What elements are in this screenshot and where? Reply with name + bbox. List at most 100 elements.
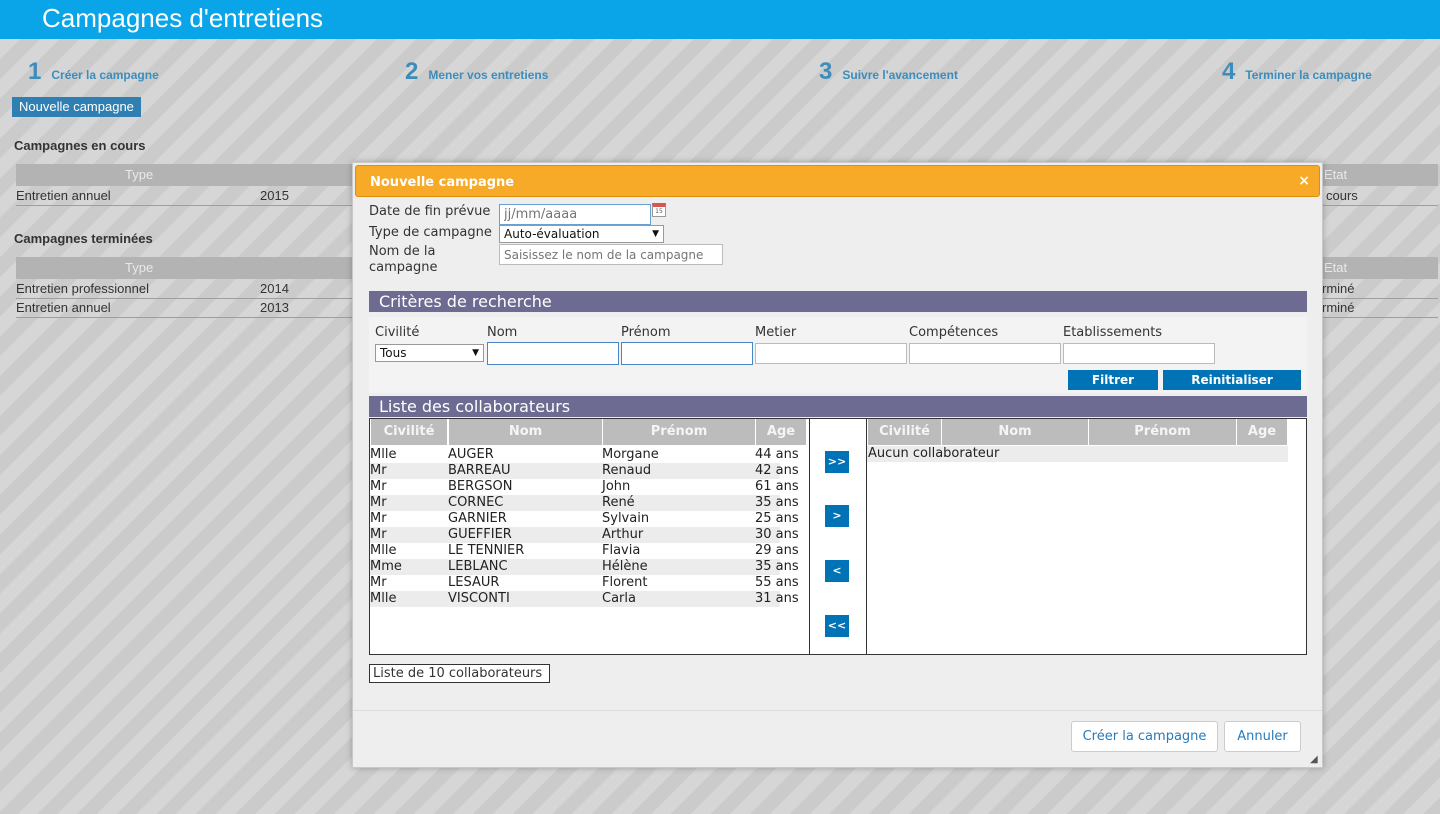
campaign-name-input[interactable] <box>499 244 723 265</box>
row-nom: BERGSON <box>448 479 513 494</box>
list-header: Liste des collaborateurs <box>369 396 1307 417</box>
row-civilite: Mlle <box>370 591 397 606</box>
row-nom: BARREAU <box>448 463 511 478</box>
dialog-title: Nouvelle campagne <box>370 175 515 190</box>
table-row[interactable]: Mr BARREAU Renaud 42 ans <box>370 463 799 479</box>
row-prenom: Arthur <box>602 527 644 542</box>
nom-label: Nom <box>487 325 518 340</box>
row-civilite: Mr <box>370 463 387 478</box>
row-prenom: Florent <box>602 575 648 590</box>
prenom-column-header[interactable]: Prénom <box>1089 419 1237 445</box>
civilite-column-header[interactable]: Civilité <box>371 419 448 445</box>
civilite-select[interactable]: Tous ▼ <box>375 344 484 362</box>
row-prenom: Morgane <box>602 447 659 462</box>
row-civilite: Mr <box>370 575 387 590</box>
type-label: Type de campagne <box>369 225 492 240</box>
criteria-header: Critères de recherche <box>369 291 1307 312</box>
prenom-column-header[interactable]: Prénom <box>603 419 756 445</box>
date-input[interactable] <box>499 204 651 225</box>
date-label: Date de fin prévue <box>369 204 491 219</box>
row-age: 44 ans <box>755 447 799 462</box>
dialog-header: Nouvelle campagne × <box>355 165 1320 197</box>
table-row[interactable]: Mlle VISCONTI Carla 31 ans <box>370 591 799 607</box>
row-nom: LEBLANC <box>448 559 508 574</box>
nom-filter-input[interactable] <box>487 342 619 365</box>
resize-handle-icon[interactable]: ◢ <box>1310 755 1320 765</box>
row-civilite: Mme <box>370 559 402 574</box>
table-row[interactable]: Mr BERGSON John 61 ans <box>370 479 799 495</box>
empty-list-message: Aucun collaborateur <box>868 446 1000 461</box>
new-campaign-dialog: Nouvelle campagne × Date de fin prévue 1… <box>352 162 1323 768</box>
civilite-select-value: Tous <box>380 346 407 360</box>
table-row[interactable]: Mme LEBLANC Hélène 35 ans <box>370 559 799 575</box>
name-label-line2: campagne <box>369 260 438 275</box>
metier-filter-input[interactable] <box>755 343 907 364</box>
move-all-left-button[interactable]: << <box>825 615 849 637</box>
available-collaborators-list[interactable]: Civilité Nom Prénom Age Mlle AUGER Morgane… <box>369 418 810 655</box>
row-nom: GUEFFIER <box>448 527 512 542</box>
collaborators-count: Liste de 10 collaborateurs <box>369 664 550 683</box>
row-age: 25 ans <box>755 511 799 526</box>
row-nom: LE TENNIER <box>448 543 525 558</box>
row-nom: VISCONTI <box>448 591 510 606</box>
etablissements-label: Etablissements <box>1063 325 1163 340</box>
table-row[interactable]: Mr CORNEC René 35 ans <box>370 495 799 511</box>
prenom-label: Prénom <box>621 325 671 340</box>
row-civilite: Mr <box>370 511 387 526</box>
row-nom: LESAUR <box>448 575 500 590</box>
row-age: 31 ans <box>755 591 799 606</box>
row-age: 42 ans <box>755 463 799 478</box>
civilite-column-header[interactable]: Civilité <box>868 419 942 445</box>
move-right-button[interactable]: > <box>825 505 849 527</box>
filter-button[interactable]: Filtrer <box>1068 370 1158 390</box>
competences-filter-input[interactable] <box>909 343 1061 364</box>
close-icon[interactable]: × <box>1298 173 1310 189</box>
row-age: 30 ans <box>755 527 799 542</box>
selected-collaborators-list[interactable]: Civilité Nom Prénom Age Aucun collaborat… <box>866 418 1307 655</box>
competences-label: Compétences <box>909 325 999 340</box>
move-left-button[interactable]: < <box>825 560 849 582</box>
prenom-filter-input[interactable] <box>621 342 753 365</box>
row-age: 35 ans <box>755 559 799 574</box>
row-civilite: Mr <box>370 495 387 510</box>
row-civilite: Mr <box>370 527 387 542</box>
row-nom: GARNIER <box>448 511 507 526</box>
row-nom: CORNEC <box>448 495 504 510</box>
row-prenom: Renaud <box>602 463 652 478</box>
nom-column-header[interactable]: Nom <box>942 419 1089 445</box>
row-civilite: Mr <box>370 479 387 494</box>
row-prenom: Carla <box>602 591 636 606</box>
age-column-header[interactable]: Age <box>756 419 807 445</box>
row-civilite: Mlle <box>370 543 397 558</box>
reset-button[interactable]: Reinitialiser <box>1163 370 1301 390</box>
row-prenom: Flavia <box>602 543 641 558</box>
age-column-header[interactable]: Age <box>1237 419 1288 445</box>
row-nom: AUGER <box>448 447 494 462</box>
calendar-icon[interactable]: 15 <box>652 203 666 217</box>
empty-list-row: Aucun collaborateur <box>867 446 1288 462</box>
table-row[interactable]: Mr GUEFFIER Arthur 30 ans <box>370 527 799 543</box>
row-prenom: René <box>602 495 635 510</box>
cancel-button[interactable]: Annuler <box>1224 721 1301 752</box>
row-prenom: Sylvain <box>602 511 650 526</box>
dropdown-arrow-icon: ▼ <box>652 229 659 239</box>
table-row[interactable]: Mlle LE TENNIER Flavia 29 ans <box>370 543 799 559</box>
row-prenom: Hélène <box>602 559 648 574</box>
etablissements-filter-input[interactable] <box>1063 343 1215 364</box>
row-age: 61 ans <box>755 479 799 494</box>
dropdown-arrow-icon: ▼ <box>472 348 479 358</box>
name-label-line1: Nom de la <box>369 244 436 259</box>
type-select-value: Auto-évaluation <box>504 227 600 241</box>
civilite-label: Civilité <box>375 325 420 340</box>
table-row[interactable]: Mr LESAUR Florent 55 ans <box>370 575 799 591</box>
table-row[interactable]: Mr GARNIER Sylvain 25 ans <box>370 511 799 527</box>
nom-column-header[interactable]: Nom <box>449 419 603 445</box>
row-age: 55 ans <box>755 575 799 590</box>
table-row[interactable]: Mlle AUGER Morgane 44 ans <box>370 447 799 463</box>
type-select[interactable]: Auto-évaluation ▼ <box>499 225 664 243</box>
move-all-right-button[interactable]: >> <box>825 451 849 473</box>
create-campaign-button[interactable]: Créer la campagne <box>1071 721 1218 752</box>
dialog-footer-divider <box>353 710 1322 711</box>
metier-label: Metier <box>755 325 797 340</box>
row-age: 35 ans <box>755 495 799 510</box>
